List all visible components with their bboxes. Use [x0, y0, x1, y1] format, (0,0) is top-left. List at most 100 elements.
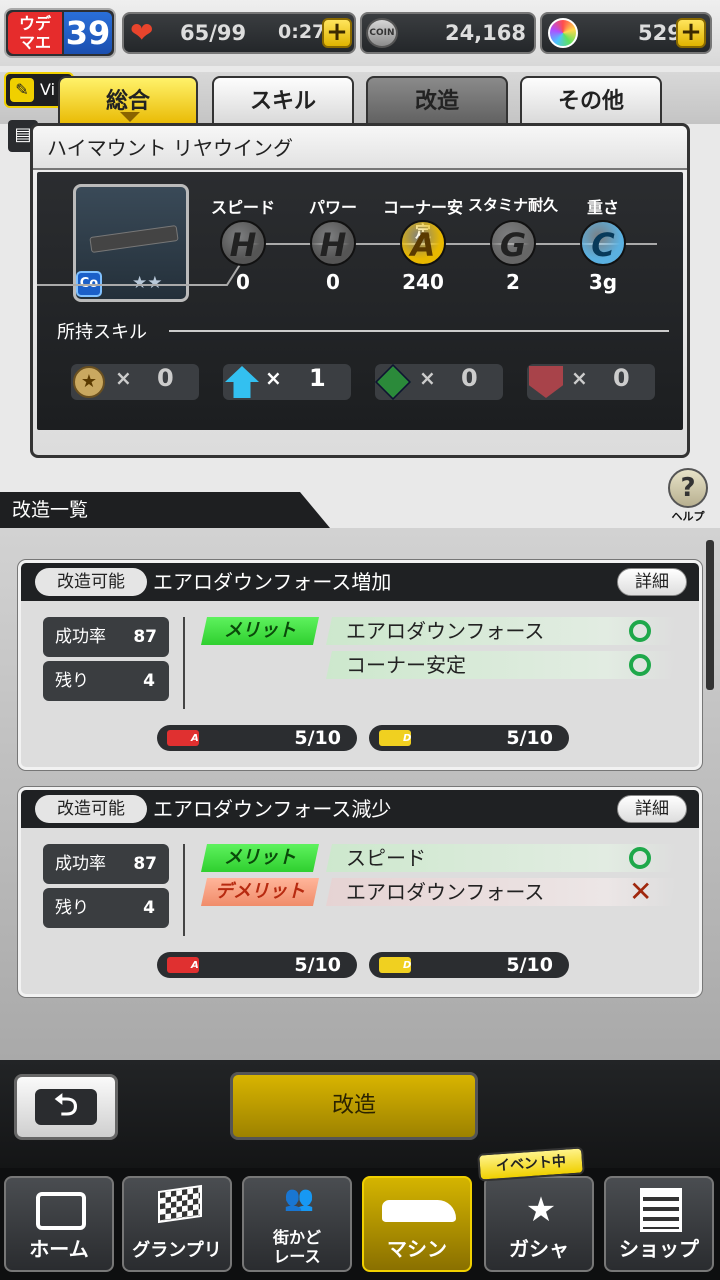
- pencil-icon: ✎: [10, 78, 34, 102]
- machine-name-partial: Vi: [40, 80, 56, 99]
- skills-divider: [169, 330, 669, 332]
- stamina-pill: ❤ 65/99 0:27 +: [122, 12, 356, 54]
- tab-other[interactable]: その他: [520, 76, 662, 128]
- success-rate-value: 87: [133, 627, 157, 647]
- remaining-value: 4: [143, 671, 155, 691]
- part-name: ハイマウント リヤウイング: [33, 126, 687, 170]
- success-rate-value: 87: [133, 854, 157, 874]
- nav-machine[interactable]: マシン: [362, 1176, 472, 1272]
- nav-shop[interactable]: ショップ: [604, 1176, 714, 1272]
- multiply-sign: ×: [115, 366, 132, 390]
- part-info-panel: ハイマウント リヤウイング Co ★★ スピードH0パワーH0コーナー安定A24…: [30, 123, 690, 458]
- nav-street-race-label: 街かど レース: [272, 1228, 321, 1266]
- help-button[interactable]: ? ヘルプ: [666, 468, 710, 524]
- stat-value: 0: [326, 270, 340, 294]
- mod-card-1[interactable]: 改造可能 エアロダウンフォース増加 詳細 成功率 87 残り 4 メリット エア…: [18, 560, 702, 770]
- card-divider: [183, 617, 185, 709]
- star-medal-icon: ★: [73, 366, 105, 398]
- stat-value: 0: [236, 270, 250, 294]
- chevron-down-icon: [120, 112, 140, 122]
- help-label: ヘルプ: [671, 510, 705, 523]
- success-rate-label: 成功率: [55, 627, 106, 647]
- back-button[interactable]: ⮌: [14, 1074, 118, 1140]
- material-count: 5/10: [294, 727, 341, 749]
- detail-button[interactable]: 詳細: [617, 795, 687, 823]
- list-scrollbar[interactable]: [706, 540, 714, 690]
- material-a: A 5/10: [157, 725, 357, 751]
- material-count: 5/10: [506, 954, 553, 976]
- skill-diamond-count: 0: [461, 364, 478, 392]
- checkered-flag-icon: [158, 1184, 202, 1224]
- multiply-sign: ×: [571, 366, 588, 390]
- people-icon: 👥: [284, 1184, 314, 1212]
- material-a: A 5/10: [157, 952, 357, 978]
- remaining-label: 残り: [55, 671, 89, 691]
- blue-up-arrow-icon: [225, 366, 259, 398]
- demerit-tag: デメリット: [201, 878, 319, 906]
- material-grade: D: [403, 960, 412, 971]
- mod-card-2[interactable]: 改造可能 エアロダウンフォース減少 詳細 成功率 87 残り 4 メリット スピ…: [18, 787, 702, 997]
- tab-overview[interactable]: 総合: [58, 76, 198, 128]
- skill-down-count: 0: [613, 364, 630, 392]
- tab-kaizo[interactable]: 改造: [366, 76, 508, 128]
- green-diamond-icon: [374, 363, 412, 401]
- coin-value: 24,168: [444, 21, 526, 45]
- circle-ok-icon: [629, 654, 651, 676]
- effect-row: スピード: [326, 844, 676, 872]
- remaining-label: 残り: [55, 898, 89, 918]
- nav-grandprix-label: グランプリ: [132, 1240, 222, 1261]
- rank-value: 39: [64, 12, 112, 54]
- nav-home[interactable]: ホーム: [4, 1176, 114, 1272]
- stat-name: 重さ: [586, 198, 619, 217]
- material-count: 5/10: [294, 954, 341, 976]
- part-stats-body: Co ★★ スピードH0パワーH0コーナー安定A240スタミナ耐久G2重さC3g…: [37, 172, 683, 430]
- stat-value: 2: [506, 270, 520, 294]
- stat-name: パワー: [308, 198, 357, 217]
- coin-pill: COIN 24,168: [360, 12, 536, 54]
- tab-kaizo-label: 改造: [414, 89, 459, 114]
- tab-other-label: その他: [557, 89, 624, 114]
- effect-row: エアロダウンフォース: [326, 878, 676, 906]
- stat-name: スタミナ耐久: [468, 196, 559, 214]
- nav-grandprix[interactable]: グランプリ: [122, 1176, 232, 1272]
- tab-skill[interactable]: スキル: [212, 76, 354, 128]
- gem-plus-button[interactable]: +: [676, 18, 706, 48]
- merit-tag: メリット: [201, 844, 319, 872]
- mod-card-header: 改造可能 エアロダウンフォース減少 詳細: [21, 790, 699, 828]
- status-badge: 改造可能: [35, 795, 147, 823]
- material-grade: D: [403, 733, 412, 744]
- detail-button[interactable]: 詳細: [617, 568, 687, 596]
- skill-slot-diamond[interactable]: × 0: [374, 363, 503, 401]
- stat-grade: H: [220, 220, 266, 266]
- tab-overview-label: 総合: [105, 89, 150, 114]
- success-rate-label: 成功率: [55, 854, 106, 874]
- red-down-arrow-icon: [529, 366, 563, 398]
- top-status-bar: ウデマエ 39 ❤ 65/99 0:27 + COIN 24,168 529 +: [0, 0, 720, 66]
- multiply-sign: ×: [419, 366, 436, 390]
- stat-value: 3g: [588, 270, 618, 294]
- stamina-timer: 0:27: [278, 21, 326, 43]
- gem-pill: 529 +: [540, 12, 712, 54]
- stat-grade: A: [400, 220, 446, 266]
- nav-street-race[interactable]: 👥 街かど レース: [242, 1176, 352, 1272]
- success-rate-box: 成功率 87: [43, 617, 169, 657]
- nav-shop-label: ショップ: [619, 1237, 699, 1261]
- nav-gacha-label: ガシャ: [509, 1237, 569, 1261]
- skill-slot-up[interactable]: × 1: [223, 364, 351, 400]
- stamina-plus-button[interactable]: +: [322, 18, 352, 48]
- material-count: 5/10: [506, 727, 553, 749]
- success-rate-box: 成功率 87: [43, 844, 169, 884]
- coin-icon: COIN: [366, 18, 398, 48]
- skill-star-count: 0: [157, 364, 174, 392]
- circle-ok-icon: [629, 620, 651, 642]
- card-divider: [183, 844, 185, 936]
- tab-skill-label: スキル: [249, 89, 316, 114]
- status-badge: 改造可能: [35, 568, 147, 596]
- mod-title: エアロダウンフォース減少: [153, 797, 392, 821]
- rainbow-gem-icon: [548, 18, 578, 48]
- nav-gacha[interactable]: ★ ガシャ: [484, 1176, 594, 1272]
- skill-slot-star[interactable]: ★ × 0: [71, 364, 199, 400]
- skill-slot-down[interactable]: × 0: [527, 364, 655, 400]
- kaizo-list-header: 改造一覧: [0, 492, 330, 528]
- kaizo-button[interactable]: 改造: [230, 1072, 478, 1140]
